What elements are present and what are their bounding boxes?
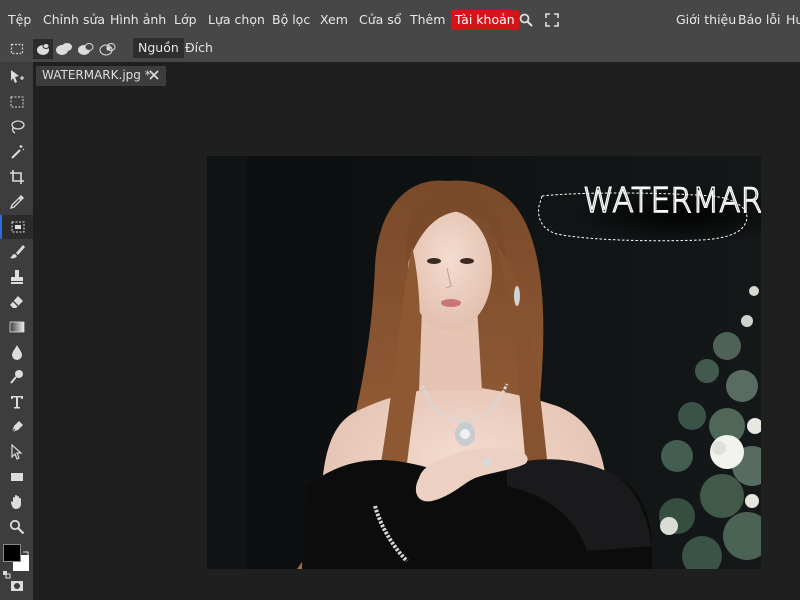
options-bar: Nguồn Đích [0,38,800,62]
canvas-image[interactable]: WATERMARK [207,156,761,569]
menu-filter[interactable]: Bộ lọc [272,10,310,30]
menu-view[interactable]: Xem [320,10,348,30]
menu-image[interactable]: Hình ảnh [110,10,166,30]
move-tool[interactable] [0,65,33,89]
toolbox [0,62,33,600]
menu-file[interactable]: Tệp [8,10,31,30]
menu-layer[interactable]: Lớp [174,10,197,30]
selection-mode-add-icon[interactable] [55,41,73,61]
path-select-tool[interactable] [0,440,33,464]
search-icon[interactable] [519,12,533,31]
destination-button[interactable]: Đích [180,38,218,58]
blur-tool[interactable] [0,340,33,364]
color-swatches [3,544,31,579]
patch-tool-icon [10,41,24,60]
close-icon[interactable] [148,69,160,84]
menu-window[interactable]: Cửa sổ [359,10,401,30]
stamp-tool[interactable] [0,265,33,289]
document-tab-title: WATERMARK.jpg * [42,68,151,82]
menu-more[interactable]: Thêm [410,10,445,30]
menu-select[interactable]: Lựa chọn [208,10,265,30]
source-button[interactable]: Nguồn [133,38,184,58]
marquee-tool[interactable] [0,90,33,114]
hand-tool[interactable] [0,490,33,514]
fullscreen-icon[interactable] [545,12,559,31]
dodge-tool[interactable] [0,365,33,389]
zoom-tool[interactable] [0,515,33,539]
menu-more-right[interactable]: Hu [786,10,800,30]
crop-tool[interactable] [0,165,33,189]
menu-edit[interactable]: Chỉnh sửa [43,10,105,30]
menu-account[interactable]: Tài khoản [451,10,519,30]
menu-bar: Tệp Chỉnh sửa Hình ảnh Lớp Lựa chọn Bộ l… [0,0,800,38]
magic-wand-tool[interactable] [0,140,33,164]
foreground-color-swatch[interactable] [3,544,21,562]
selection-mode-subtract-icon[interactable] [77,41,95,61]
eraser-tool[interactable] [0,290,33,314]
watermark-text: WATERMARK [583,181,761,221]
menu-report-bug[interactable]: Báo lỗi [738,10,780,30]
reset-colors-icon[interactable] [3,564,11,579]
document-tab[interactable]: WATERMARK.jpg * [36,66,166,86]
pen-tool[interactable] [0,415,33,439]
patch-tool[interactable] [0,215,33,239]
brush-tool[interactable] [0,240,33,264]
lasso-tool[interactable] [0,115,33,139]
selection-mode-intersect-icon[interactable] [99,41,117,61]
swap-colors-icon[interactable] [22,544,29,557]
selection-mode-new-icon[interactable] [33,39,53,59]
quick-mask-tool[interactable] [0,574,33,598]
shape-tool[interactable] [0,465,33,489]
gradient-tool[interactable] [0,315,33,339]
eyedropper-tool[interactable] [0,190,33,214]
menu-about[interactable]: Giới thiệu [676,10,736,30]
type-tool[interactable] [0,390,33,414]
